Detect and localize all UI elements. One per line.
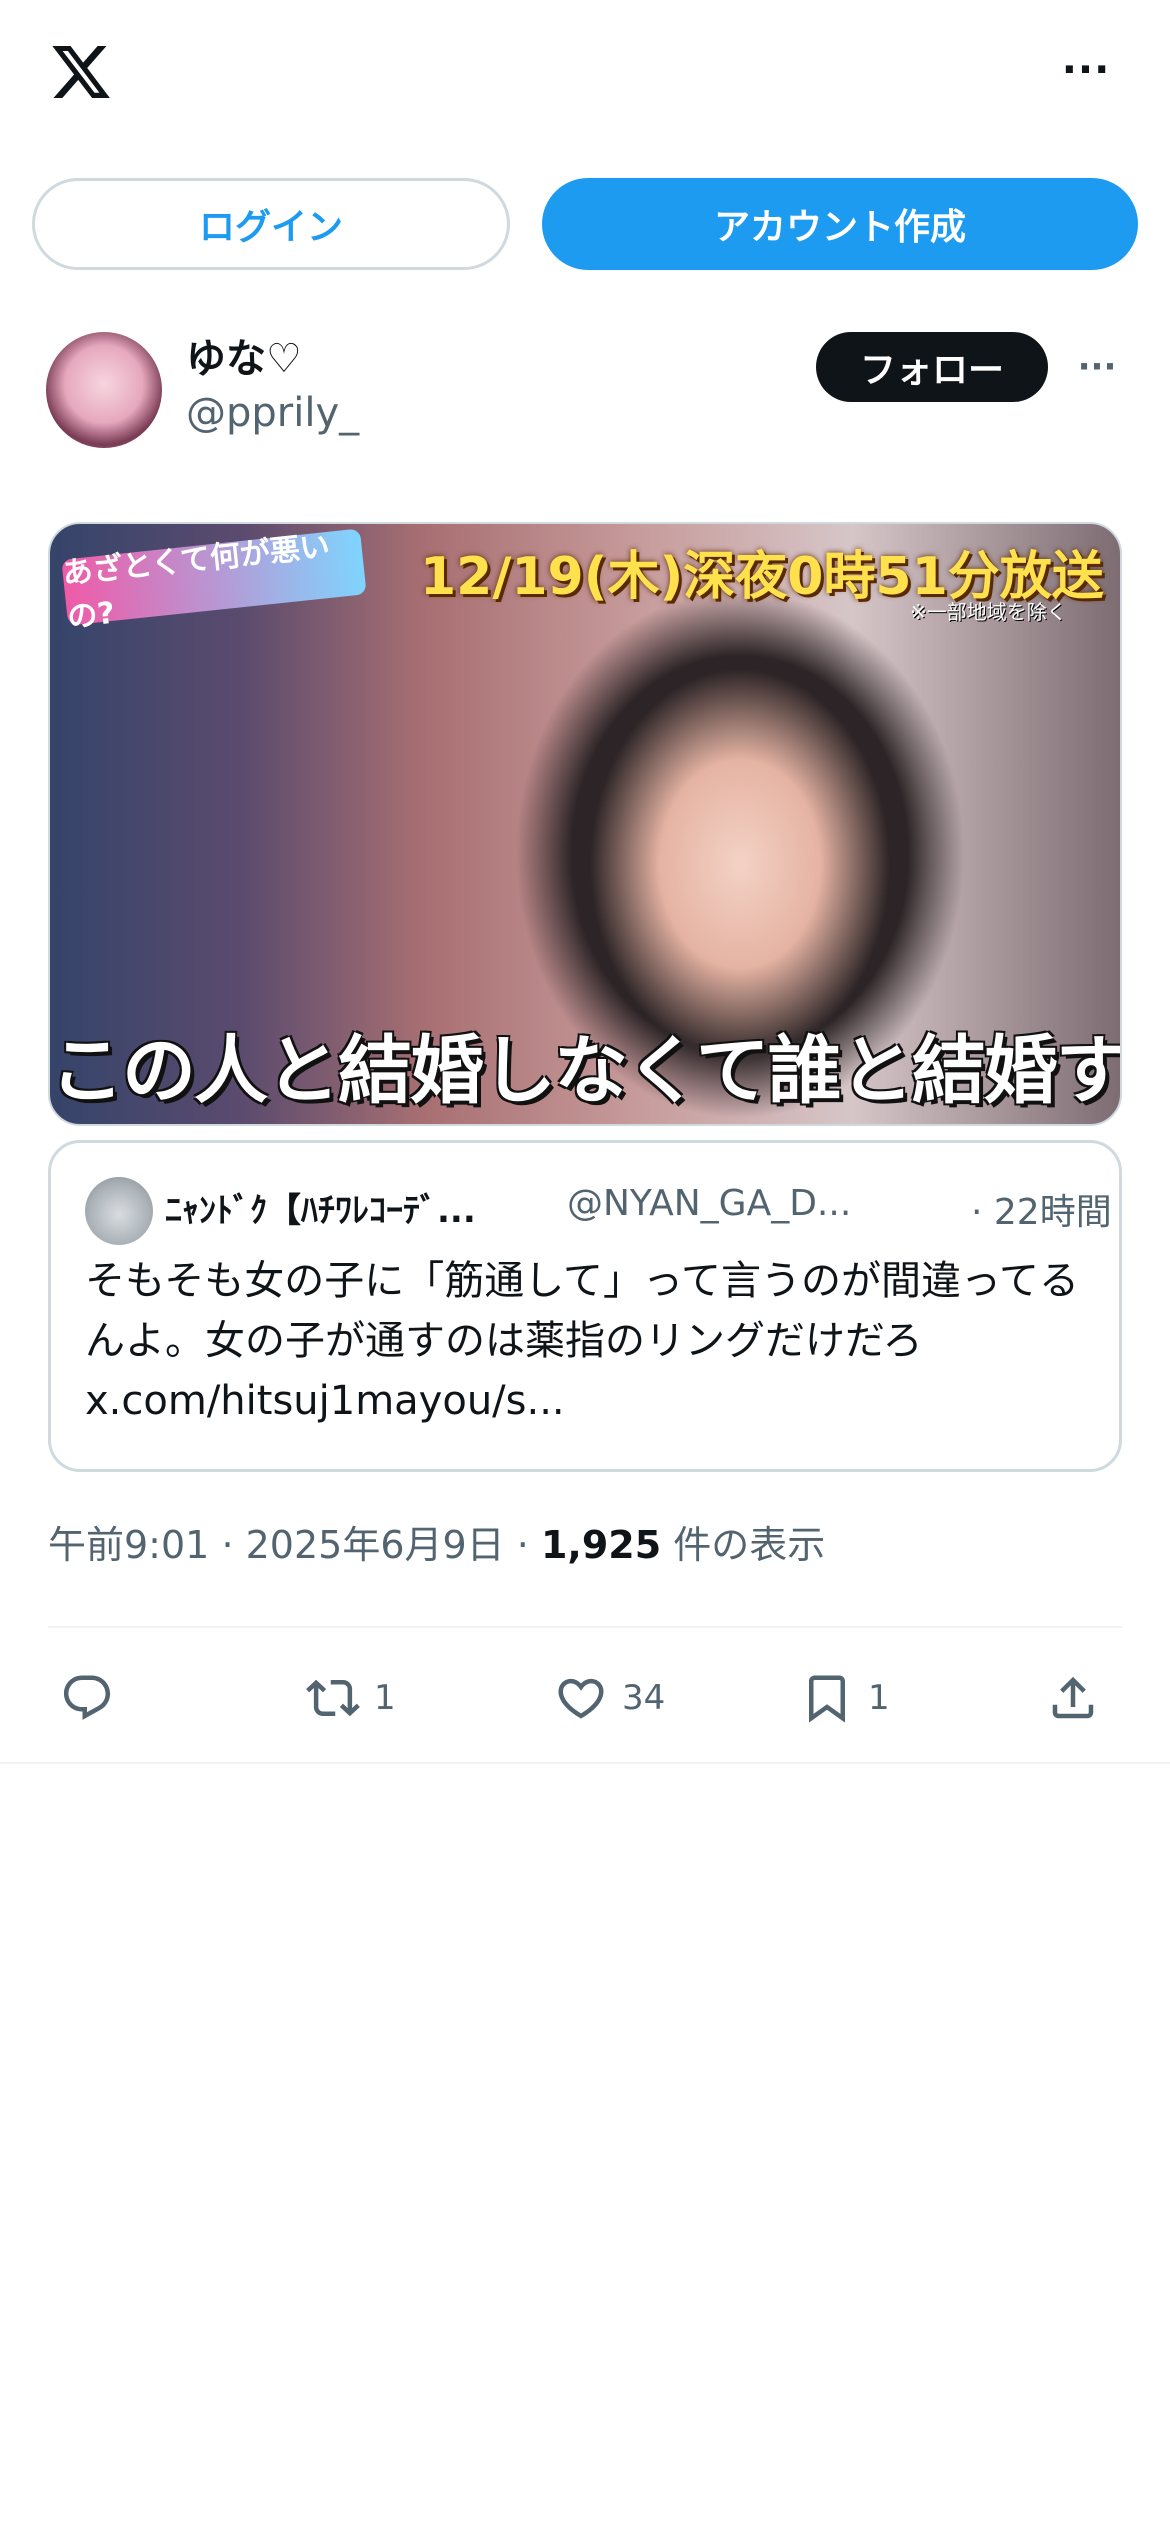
quote-timestamp: · 22時間 bbox=[971, 1192, 1112, 1233]
post-more-icon[interactable]: ··· bbox=[1074, 350, 1120, 384]
share-button[interactable] bbox=[1046, 1660, 1100, 1736]
x-logo-icon[interactable] bbox=[46, 40, 116, 104]
share-icon bbox=[1052, 1676, 1094, 1719]
more-options-icon[interactable]: ··· bbox=[1060, 50, 1112, 90]
bookmark-button[interactable]: 1 bbox=[800, 1660, 890, 1736]
reply-button[interactable] bbox=[60, 1660, 114, 1736]
bookmark-icon bbox=[809, 1675, 845, 1723]
broadcast-note: ※一部地域を除く bbox=[910, 600, 1067, 624]
retweet-icon bbox=[306, 1679, 360, 1717]
display-name[interactable]: ゆな♡ bbox=[186, 326, 302, 384]
post-meta: 午前9:01 · 2025年6月9日 · 1,925 件の表示 bbox=[48, 1514, 825, 1569]
post-time[interactable]: 午前9:01 bbox=[48, 1523, 209, 1567]
view-count: 1,925 bbox=[540, 1523, 662, 1567]
retweet-count: 1 bbox=[374, 1678, 396, 1718]
create-account-button[interactable]: アカウント作成 bbox=[542, 178, 1138, 270]
top-bar: ··· bbox=[0, 0, 1170, 150]
quote-handle: @NYAN_GA_D... bbox=[567, 1183, 852, 1224]
action-bar: 1 34 1 bbox=[0, 1660, 1170, 1736]
reply-icon bbox=[63, 1675, 111, 1720]
divider bbox=[0, 1762, 1170, 1764]
show-logo: あざとくて何が悪いの? bbox=[61, 528, 367, 635]
auth-buttons: ログイン アカウント作成 bbox=[32, 178, 1138, 270]
like-button[interactable]: 34 bbox=[554, 1660, 665, 1736]
quote-display-name: ﾆｬﾝﾄﾞｸ【ﾊﾁﾜﾚｺｰﾃﾞ... bbox=[165, 1191, 476, 1231]
post-date[interactable]: 2025年6月9日 bbox=[246, 1523, 505, 1567]
avatar[interactable] bbox=[46, 332, 162, 448]
post-media-image[interactable]: あざとくて何が悪いの? 12/19(木)深夜0時51分放送 ※一部地域を除く こ… bbox=[48, 522, 1122, 1126]
follow-button[interactable]: フォロー bbox=[816, 332, 1048, 402]
quote-avatar bbox=[85, 1177, 153, 1245]
heart-icon bbox=[558, 1678, 604, 1719]
meta-separator: · bbox=[516, 1523, 529, 1567]
quoted-post[interactable]: ﾆｬﾝﾄﾞｸ【ﾊﾁﾜﾚｺｰﾃﾞ... @NYAN_GA_D... · 22時間 … bbox=[48, 1140, 1122, 1472]
retweet-button[interactable]: 1 bbox=[306, 1660, 396, 1736]
quote-text: そもそも女の子に「筋通して」って言うのが間違ってるんよ。女の子が通すのは薬指のリ… bbox=[85, 1258, 1079, 1364]
divider bbox=[48, 1626, 1122, 1628]
meta-separator: · bbox=[221, 1523, 234, 1567]
like-count: 34 bbox=[622, 1678, 666, 1718]
login-button[interactable]: ログイン bbox=[32, 178, 510, 270]
quote-link[interactable]: x.com/hitsuj1mayou/s... bbox=[85, 1371, 565, 1431]
media-caption: この人と結婚しなくて誰と結婚するの? bbox=[50, 1028, 1122, 1114]
bookmark-count: 1 bbox=[868, 1678, 890, 1718]
user-handle[interactable]: @pprily_ bbox=[186, 390, 359, 436]
view-count-label: 件の表示 bbox=[673, 1523, 826, 1567]
